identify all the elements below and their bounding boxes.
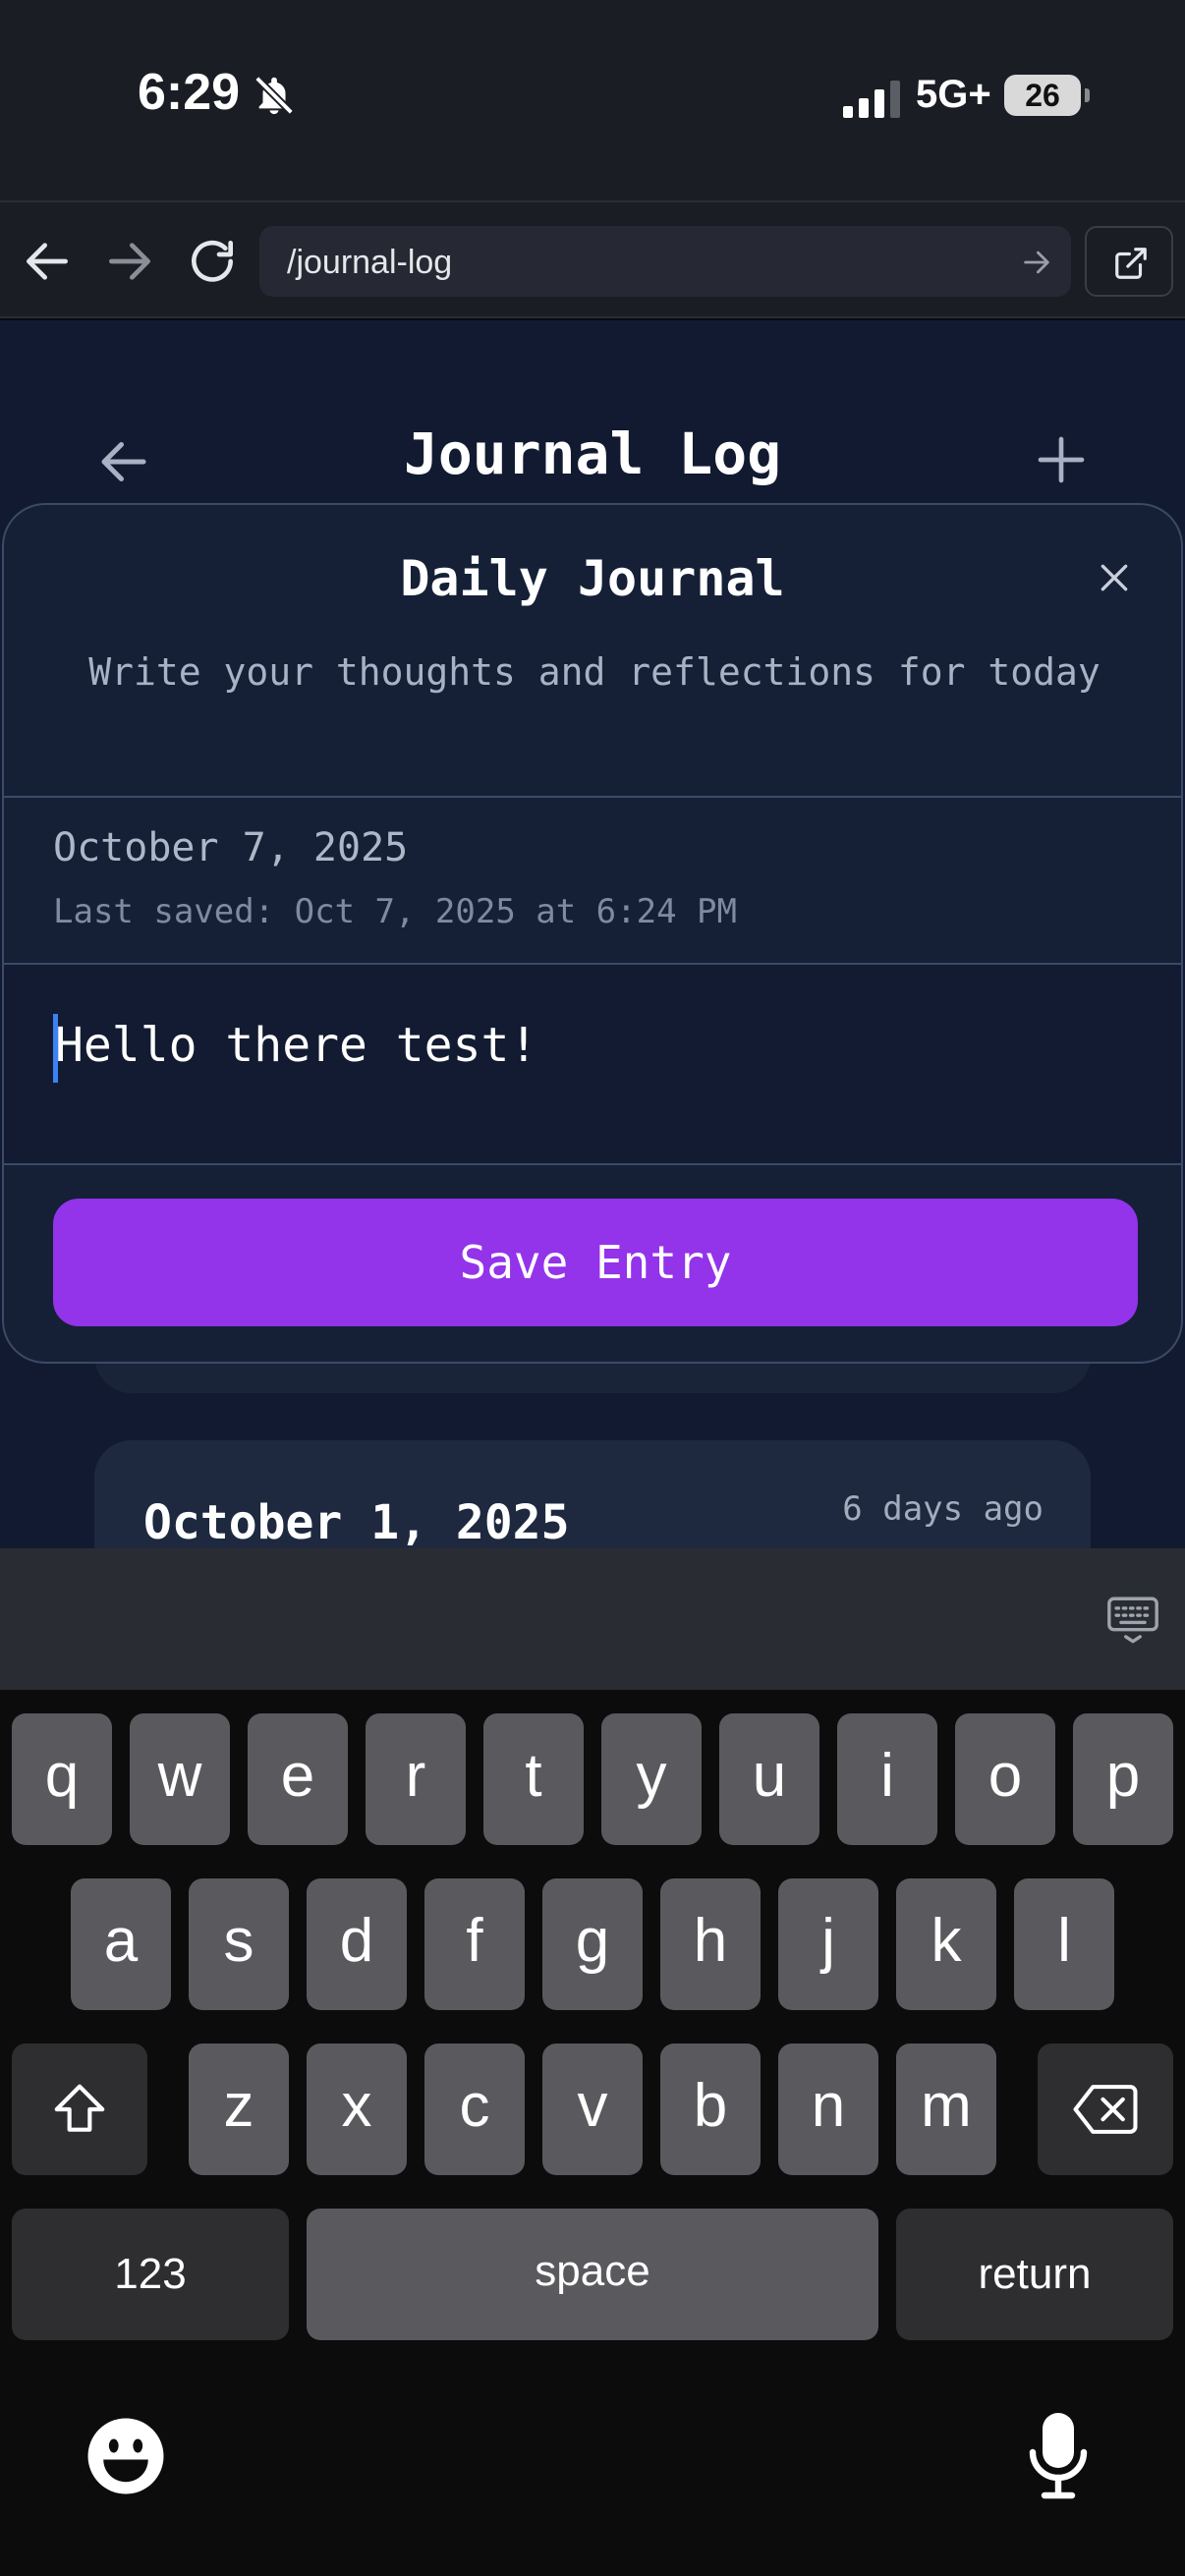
numbers-key[interactable]: 123 — [12, 2209, 289, 2340]
close-icon[interactable] — [1095, 558, 1134, 597]
journal-text-area[interactable]: Hello there test! — [4, 965, 1181, 1163]
keyboard-dismiss-icon[interactable] — [1104, 1592, 1161, 1649]
key-p[interactable]: p — [1073, 1713, 1173, 1845]
key-l[interactable]: l — [1014, 1878, 1114, 2010]
key-r[interactable]: r — [366, 1713, 466, 1845]
entry-date: October 1, 2025 — [143, 1495, 570, 1550]
last-saved-text: Last saved: Oct 7, 2025 at 6:24 PM — [53, 892, 737, 931]
network-label: 5G+ — [916, 73, 991, 116]
key-u[interactable]: u — [719, 1713, 819, 1845]
key-t[interactable]: t — [483, 1713, 584, 1845]
key-e[interactable]: e — [248, 1713, 348, 1845]
bell-off-icon — [254, 76, 294, 115]
divider — [4, 1163, 1181, 1165]
key-d[interactable]: d — [307, 1878, 407, 2010]
on-screen-keyboard: q w e r t y u i o p a s d f g h j k l z … — [0, 1690, 1185, 2576]
key-j[interactable]: j — [778, 1878, 878, 2010]
key-v[interactable]: v — [542, 2044, 643, 2175]
divider — [4, 796, 1181, 798]
status-bar: 6:29 5G+ 26 — [0, 0, 1185, 200]
shift-key[interactable] — [12, 2044, 147, 2175]
key-x[interactable]: x — [307, 2044, 407, 2175]
backspace-icon — [1073, 2085, 1138, 2134]
microphone-icon[interactable] — [1026, 2409, 1091, 2503]
reload-icon[interactable] — [185, 234, 240, 289]
page-title: Journal Log — [403, 420, 782, 487]
signal-icon — [843, 81, 900, 118]
open-external-button[interactable] — [1085, 226, 1173, 297]
space-key[interactable]: space — [307, 2209, 878, 2340]
key-z[interactable]: z — [189, 2044, 289, 2175]
journal-entry-card[interactable]: October 1, 2025 6 days ago — [94, 1440, 1091, 1550]
key-n[interactable]: n — [778, 2044, 878, 2175]
key-h[interactable]: h — [660, 1878, 761, 2010]
external-link-icon — [1115, 248, 1147, 279]
key-c[interactable]: c — [424, 2044, 525, 2175]
key-o[interactable]: o — [955, 1713, 1055, 1845]
key-g[interactable]: g — [542, 1878, 643, 2010]
key-q[interactable]: q — [12, 1713, 112, 1845]
return-key[interactable]: return — [896, 2209, 1173, 2340]
journal-text-value: Hello there test! — [55, 1018, 538, 1073]
modal-subtitle: Write your thoughts and reflections for … — [88, 650, 1100, 694]
forward-arrow-icon[interactable] — [102, 234, 157, 289]
journal-date: October 7, 2025 — [53, 825, 409, 870]
entry-relative-time: 6 days ago — [842, 1489, 1044, 1529]
key-k[interactable]: k — [896, 1878, 996, 2010]
add-entry-icon[interactable] — [1034, 432, 1089, 487]
url-text: /journal-log — [287, 244, 453, 281]
go-arrow-icon[interactable] — [1020, 246, 1053, 279]
back-arrow-icon[interactable] — [20, 234, 75, 289]
battery-icon: 26 — [1004, 75, 1090, 116]
key-w[interactable]: w — [130, 1713, 230, 1845]
daily-journal-modal: Daily Journal Write your thoughts and re… — [2, 503, 1183, 1364]
key-y[interactable]: y — [601, 1713, 702, 1845]
modal-title: Daily Journal — [400, 550, 785, 607]
delete-key[interactable] — [1038, 2044, 1173, 2175]
key-a[interactable]: a — [71, 1878, 171, 2010]
keyboard-accessory-bar — [0, 1548, 1185, 1690]
shift-icon — [54, 2084, 105, 2132]
browser-toolbar: /journal-log — [0, 200, 1185, 318]
url-field[interactable]: /journal-log — [259, 226, 1071, 297]
key-s[interactable]: s — [189, 1878, 289, 2010]
key-m[interactable]: m — [896, 2044, 996, 2175]
key-i[interactable]: i — [837, 1713, 937, 1845]
key-f[interactable]: f — [424, 1878, 525, 2010]
status-time: 6:29 — [138, 64, 241, 121]
save-entry-button[interactable]: Save Entry — [53, 1199, 1138, 1326]
emoji-icon[interactable] — [85, 2415, 167, 2497]
key-b[interactable]: b — [660, 2044, 761, 2175]
